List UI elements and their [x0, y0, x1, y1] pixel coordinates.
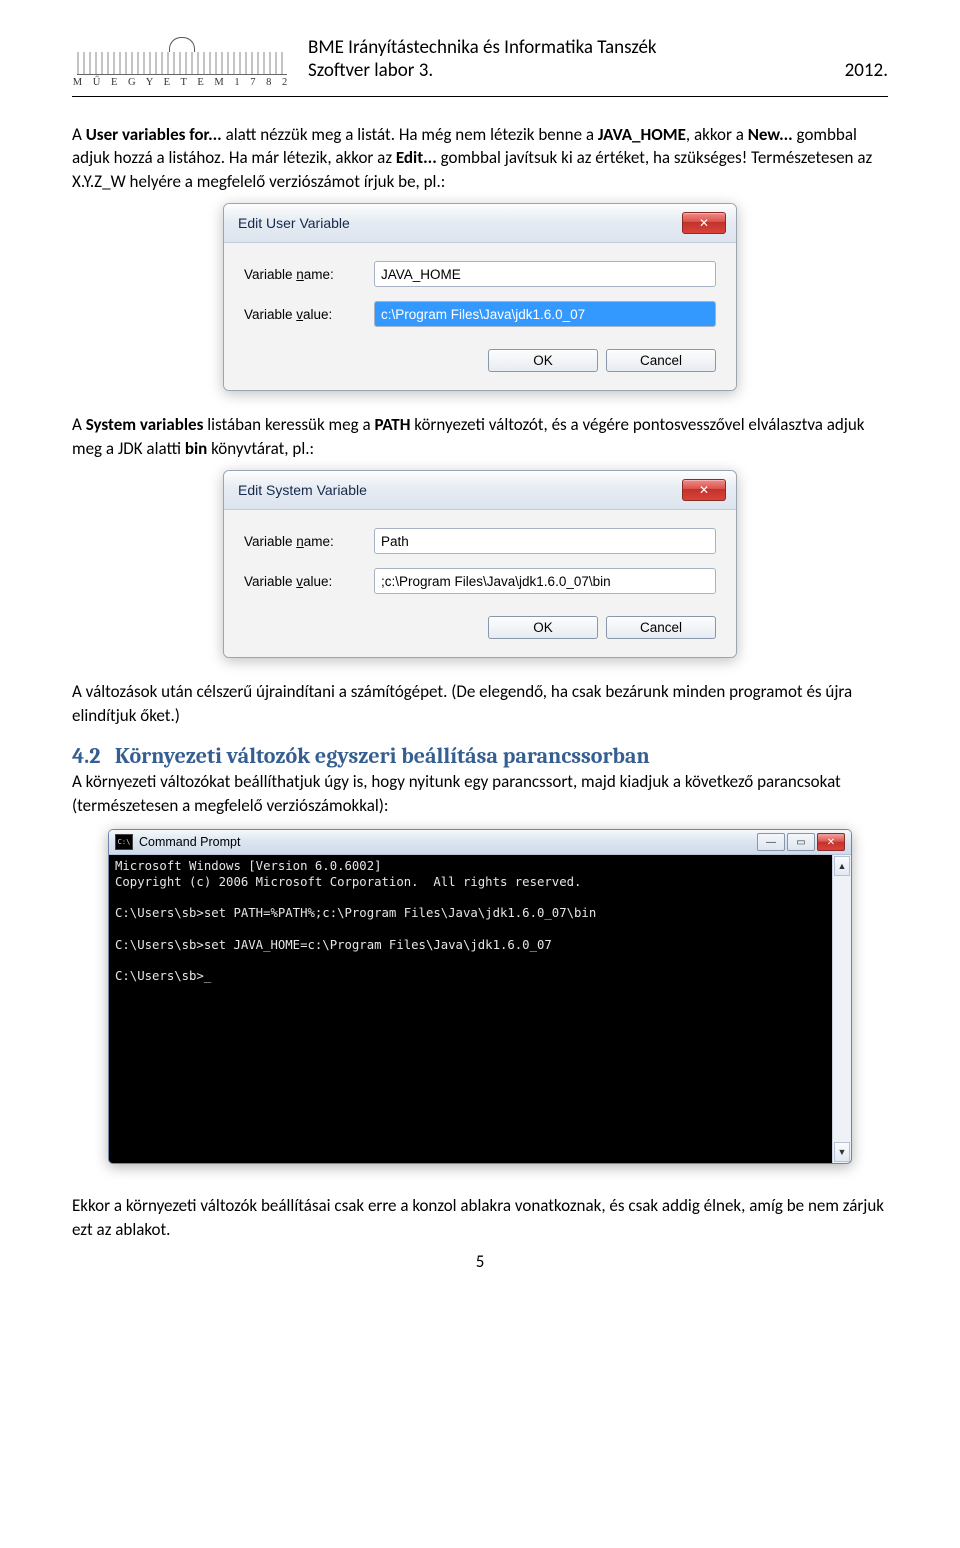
logo-text: M Ű E G Y E T E M 1 7 8 2: [73, 77, 291, 88]
scrollbar[interactable]: ▲ ▼: [832, 855, 851, 1163]
variable-value-input[interactable]: [374, 568, 716, 594]
header-dept: BME Irányítástechnika és Informatika Tan…: [308, 36, 888, 59]
paragraph-restart: A változások után célszerű újraindítani …: [72, 680, 888, 727]
edit-system-variable-dialog: Edit System Variable ✕ Variable name: Va…: [223, 470, 737, 658]
paragraph-user-variables: A User variables for... alatt nézzük meg…: [72, 123, 888, 193]
cancel-button[interactable]: Cancel: [606, 349, 716, 372]
close-icon[interactable]: ✕: [682, 212, 726, 234]
ok-button[interactable]: OK: [488, 616, 598, 639]
edit-user-variable-dialog: Edit User Variable ✕ Variable name: Vari…: [223, 203, 737, 391]
close-icon[interactable]: ✕: [682, 479, 726, 501]
cmd-title: Command Prompt: [139, 835, 240, 849]
header-rule: [72, 96, 888, 97]
header-year: 2012.: [845, 59, 888, 82]
cancel-button[interactable]: Cancel: [606, 616, 716, 639]
variable-value-label: Variable value:: [244, 307, 374, 322]
variable-name-input[interactable]: [374, 261, 716, 287]
cmd-output[interactable]: Microsoft Windows [Version 6.0.6002] Cop…: [109, 855, 832, 1163]
command-prompt-window: Command Prompt — ▭ ✕ Microsoft Windows […: [108, 829, 852, 1164]
variable-name-input[interactable]: [374, 528, 716, 554]
paragraph-system-variables: A System variables listában keressük meg…: [72, 413, 888, 460]
paragraph-scope-note: Ekkor a környezeti változók beállításai …: [72, 1194, 888, 1241]
cmd-icon: [115, 834, 133, 850]
variable-name-label: Variable name:: [244, 267, 374, 282]
variable-name-label: Variable name:: [244, 534, 374, 549]
minimize-icon[interactable]: —: [757, 833, 785, 851]
dialog-title: Edit System Variable: [238, 482, 367, 498]
dialog-title: Edit User Variable: [238, 215, 350, 231]
university-logo: M Ű E G Y E T E M 1 7 8 2: [72, 36, 292, 92]
maximize-icon[interactable]: ▭: [787, 833, 815, 851]
page-header: M Ű E G Y E T E M 1 7 8 2 BME Irányítást…: [72, 36, 888, 92]
header-course: Szoftver labor 3.: [308, 59, 433, 82]
ok-button[interactable]: OK: [488, 349, 598, 372]
scroll-down-icon[interactable]: ▼: [834, 1142, 850, 1162]
paragraph-commandline-intro: A környezeti változókat beállíthatjuk úg…: [72, 770, 888, 817]
variable-value-input[interactable]: [374, 301, 716, 327]
close-icon[interactable]: ✕: [817, 833, 845, 851]
scroll-up-icon[interactable]: ▲: [834, 856, 850, 876]
section-heading: 4.2 Környezeti változók egyszeri beállít…: [72, 743, 888, 769]
variable-value-label: Variable value:: [244, 574, 374, 589]
page-number: 5: [72, 1251, 888, 1272]
